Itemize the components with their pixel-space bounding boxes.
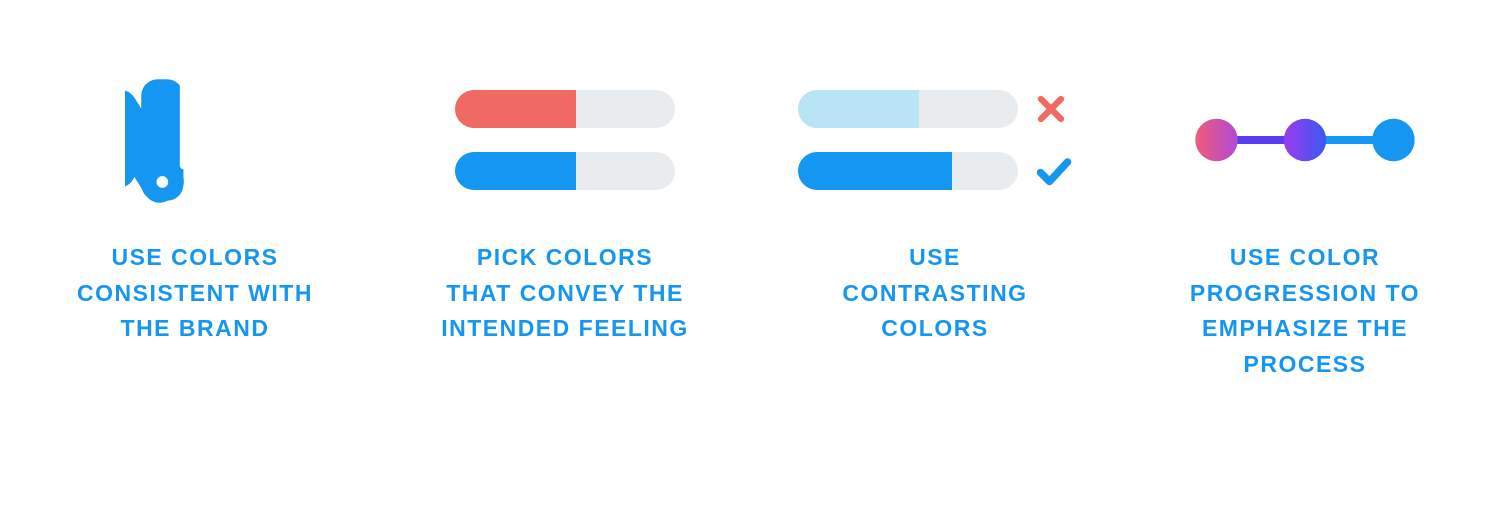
tip-feeling-colors: PICK COLORS THAT CONVEY THE INTENDED FEE… [390, 40, 740, 347]
x-icon [1036, 94, 1066, 124]
bar-red [455, 90, 675, 128]
tip-progression-colors: USE COLOR PROGRESSION TO EMPHASIZE THE P… [1130, 40, 1480, 383]
swatch-fan-icon [20, 40, 370, 240]
tip-caption: USE COLOR PROGRESSION TO EMPHASIZE THE P… [1190, 240, 1420, 383]
bars-icon [390, 40, 740, 240]
tip-caption: PICK COLORS THAT CONVEY THE INTENDED FEE… [441, 240, 689, 347]
tips-row: USE COLORS CONSISTENT WITH THE BRAND PIC… [20, 40, 1480, 383]
progression-icon [1130, 40, 1480, 240]
bar-blue [455, 152, 675, 190]
tip-caption: USE COLORS CONSISTENT WITH THE BRAND [77, 240, 313, 347]
tip-brand-colors: USE COLORS CONSISTENT WITH THE BRAND [20, 40, 370, 347]
bar-low-contrast [798, 90, 1018, 128]
bar-high-contrast [798, 152, 1018, 190]
tip-caption: USE CONTRASTING COLORS [842, 240, 1027, 347]
tip-contrast-colors: USE CONTRASTING COLORS [760, 40, 1110, 347]
contrast-icon [760, 40, 1110, 240]
check-icon [1036, 153, 1072, 189]
